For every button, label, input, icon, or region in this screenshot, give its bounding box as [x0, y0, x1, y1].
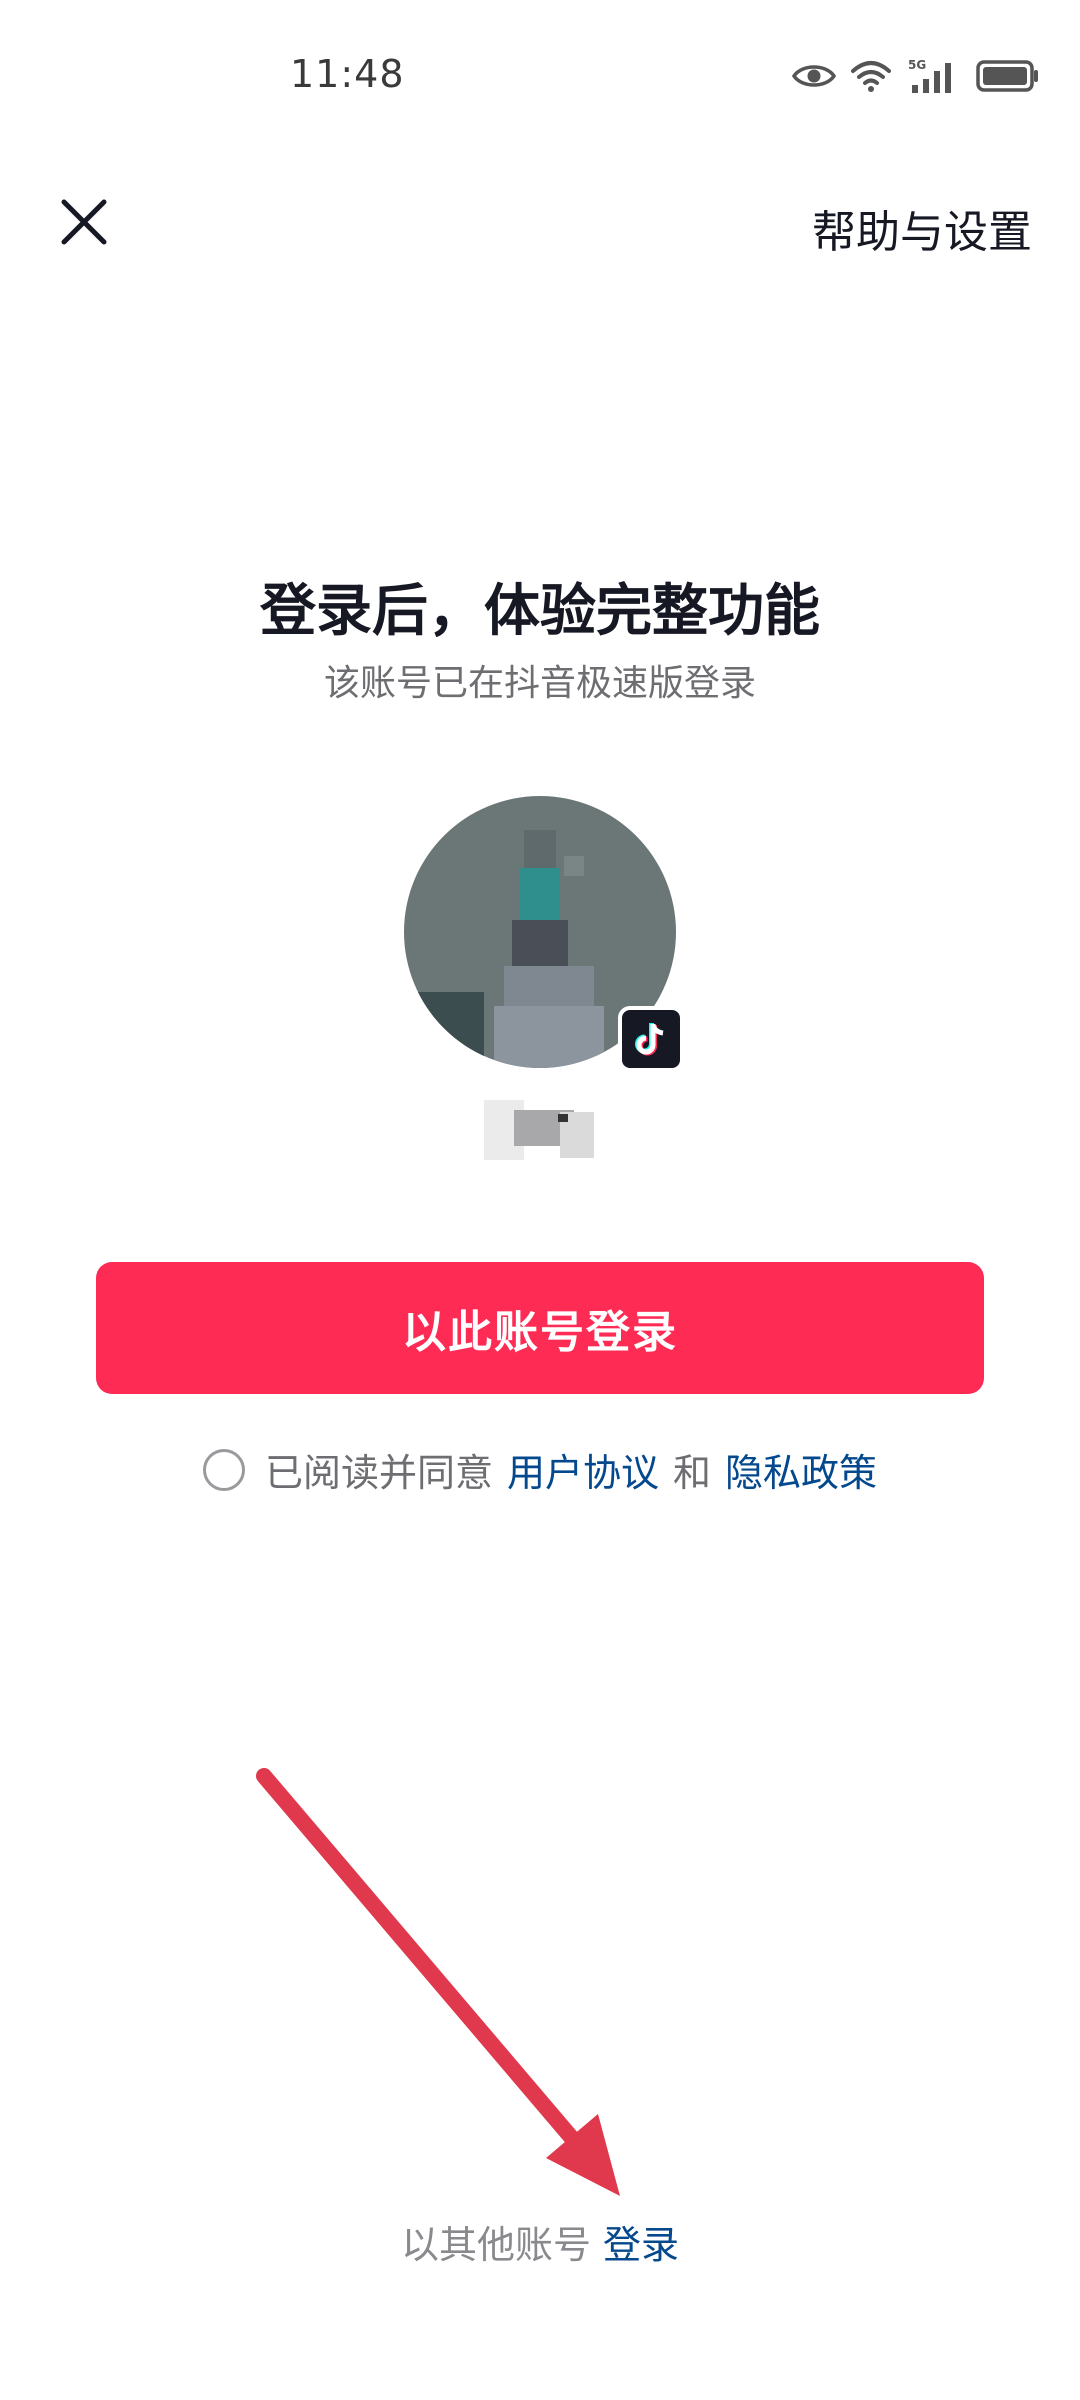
agreement-and: 和: [673, 1451, 712, 1495]
status-icons: 5G: [792, 56, 1040, 96]
privacy-policy-link[interactable]: 隐私政策: [725, 1442, 877, 1497]
other-account-login: 以其他账号 登录: [0, 2214, 1080, 2269]
tiktok-badge-icon: [618, 1006, 684, 1072]
agreement-row: 已阅读并同意 用户协议 和 隐私政策: [0, 1442, 1080, 1497]
close-icon: [61, 199, 107, 245]
annotation-arrow-icon: [256, 1768, 620, 2196]
status-bar: 11:48 5G: [0, 0, 1080, 160]
other-account-text: 以其他账号: [400, 2223, 591, 2267]
agreement-prefix: 已阅读并同意: [264, 1451, 493, 1495]
wifi-icon: [851, 61, 891, 92]
login-with-this-account-button[interactable]: 以此账号登录: [96, 1262, 984, 1394]
other-account-login-link[interactable]: 登录: [603, 2223, 679, 2267]
eye-icon: [792, 65, 836, 87]
5g-signal-icon: 5G: [908, 58, 951, 93]
page-subtitle: 该账号已在抖音极速版登录: [323, 663, 756, 704]
network-label: 5G: [908, 58, 926, 72]
user-agreement-link[interactable]: 用户协议: [507, 1442, 659, 1497]
agreement-checkbox[interactable]: [202, 1448, 245, 1491]
close-button[interactable]: [44, 182, 124, 262]
battery-icon: [976, 60, 1038, 92]
page-title: 登录后，体验完整功能: [260, 579, 820, 644]
status-time: 11:48: [290, 52, 405, 96]
help-settings-link[interactable]: 帮助与设置: [812, 196, 1032, 260]
username-redacted: [474, 1090, 604, 1170]
